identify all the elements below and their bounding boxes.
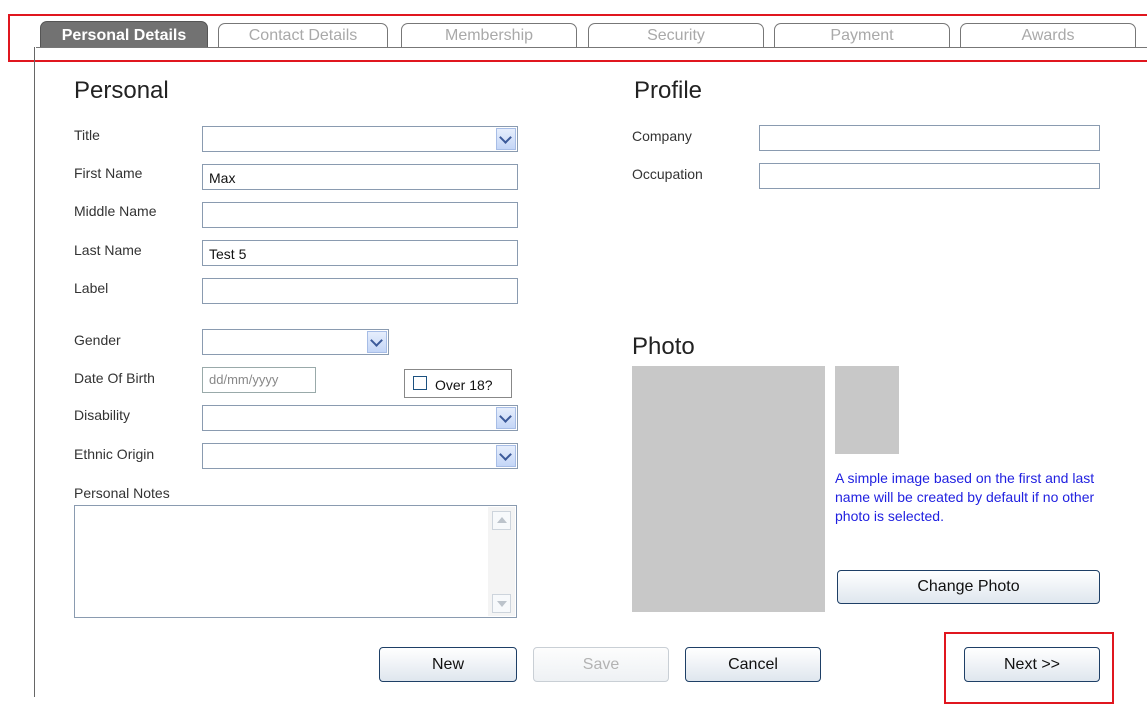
- over18-checkbox-group[interactable]: Over 18?: [404, 369, 512, 398]
- title-label: Title: [74, 127, 100, 143]
- chevron-down-icon[interactable]: [496, 128, 516, 150]
- photo-note: A simple image based on the first and la…: [835, 470, 1095, 524]
- tab-personal-details[interactable]: Personal Details: [40, 21, 208, 48]
- next-button-highlight: [944, 632, 1114, 704]
- tab-payment[interactable]: Payment: [774, 23, 950, 48]
- over18-checkbox[interactable]: [413, 376, 427, 390]
- change-photo-button[interactable]: Change Photo: [837, 570, 1100, 604]
- gender-select[interactable]: [202, 329, 389, 355]
- tab-contact-details[interactable]: Contact Details: [218, 23, 388, 48]
- notes-scrollbar[interactable]: [488, 507, 515, 616]
- first-name-label: First Name: [74, 165, 143, 181]
- ethnic-origin-label: Ethnic Origin: [74, 446, 155, 462]
- dob-label: Date Of Birth: [74, 370, 155, 386]
- chevron-down-icon[interactable]: [367, 331, 387, 353]
- new-button[interactable]: New: [379, 647, 517, 682]
- personal-heading: Personal: [74, 77, 169, 104]
- photo-placeholder-large: [632, 366, 825, 612]
- title-select[interactable]: [202, 126, 518, 152]
- over18-label: Over 18?: [435, 377, 493, 393]
- tab-security[interactable]: Security: [588, 23, 764, 48]
- occupation-input[interactable]: [759, 163, 1100, 189]
- panel-left-border: [34, 47, 35, 697]
- disability-label: Disability: [74, 407, 131, 423]
- company-input[interactable]: [759, 125, 1100, 151]
- gender-label: Gender: [74, 332, 121, 348]
- label-label: Label: [74, 280, 109, 296]
- scroll-up-button[interactable]: [492, 511, 511, 530]
- profile-heading: Profile: [634, 77, 703, 104]
- tab-awards[interactable]: Awards: [960, 23, 1136, 48]
- tab-membership[interactable]: Membership: [401, 23, 577, 48]
- middle-name-input[interactable]: [202, 202, 518, 228]
- middle-name-label: Middle Name: [74, 203, 157, 219]
- cancel-button[interactable]: Cancel: [685, 647, 821, 682]
- photo-placeholder-small: [835, 366, 899, 454]
- save-button[interactable]: Save: [533, 647, 669, 682]
- disability-select[interactable]: [202, 405, 518, 431]
- last-name-label: Last Name: [74, 242, 142, 258]
- personal-notes-textarea[interactable]: [74, 505, 517, 618]
- tab-baseline: [36, 47, 1147, 48]
- arrow-down-icon: [497, 601, 507, 607]
- dob-input[interactable]: dd/mm/yyyy: [202, 367, 316, 393]
- scroll-down-button[interactable]: [492, 594, 511, 613]
- photo-heading: Photo: [632, 333, 695, 360]
- occupation-label: Occupation: [632, 166, 703, 182]
- chevron-down-icon[interactable]: [496, 445, 516, 467]
- first-name-input[interactable]: Max: [202, 164, 518, 190]
- last-name-input[interactable]: Test 5: [202, 240, 518, 266]
- chevron-down-icon[interactable]: [496, 407, 516, 429]
- company-label: Company: [632, 128, 692, 144]
- ethnic-origin-select[interactable]: [202, 443, 518, 469]
- arrow-up-icon: [497, 517, 507, 523]
- label-input[interactable]: [202, 278, 518, 304]
- personal-notes-label: Personal Notes: [74, 485, 170, 501]
